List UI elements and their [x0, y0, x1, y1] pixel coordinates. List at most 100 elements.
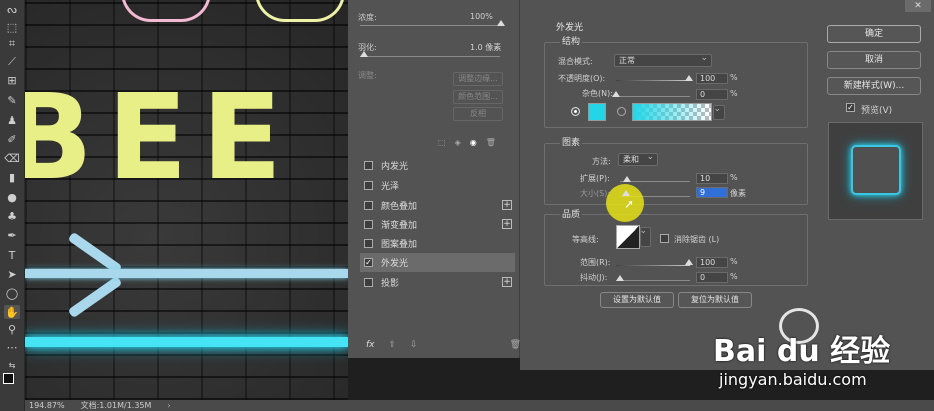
jitter-slider[interactable]: [616, 280, 690, 281]
style-item-gradient-overlay[interactable]: 渐变叠加 +: [360, 215, 515, 234]
canvas-letters: BEE: [25, 68, 297, 206]
selection-icon[interactable]: ⬚: [438, 138, 446, 150]
noise-input[interactable]: 0: [696, 89, 728, 100]
feather-slider-knob[interactable]: [360, 51, 368, 57]
color-range-button[interactable]: 颜色范围...: [453, 90, 503, 104]
density-slider[interactable]: [360, 25, 500, 26]
glow-gradient-picker[interactable]: [632, 103, 712, 121]
foreground-color-icon[interactable]: [3, 373, 14, 384]
new-style-button[interactable]: 新建样式(W)...: [827, 77, 921, 95]
path-select-icon[interactable]: ➤: [4, 267, 20, 281]
trash-icon[interactable]: 🗑: [486, 138, 496, 150]
opacity-unit: %: [730, 73, 738, 82]
density-value: 100%: [470, 12, 493, 21]
set-default-button[interactable]: 设置为默认值: [600, 292, 674, 308]
style-label: 投影: [381, 279, 400, 289]
diamond-icon[interactable]: ◈: [455, 138, 461, 150]
noise-slider[interactable]: [616, 96, 690, 97]
style-item-outer-glow[interactable]: ✓ 外发光: [360, 253, 515, 272]
opacity-slider[interactable]: [616, 80, 690, 81]
glow-color-swatch[interactable]: [588, 103, 606, 121]
marquee-icon[interactable]: ⬚: [4, 20, 20, 34]
gradient-dropdown[interactable]: [713, 104, 725, 120]
spread-slider-knob[interactable]: [623, 176, 631, 182]
elements-title: 图素: [560, 135, 583, 148]
contour-dropdown[interactable]: [639, 226, 651, 247]
color-overlay-checkbox[interactable]: [364, 201, 373, 210]
fx-icon[interactable]: fx: [366, 340, 375, 350]
spread-input[interactable]: 10: [696, 173, 728, 184]
opacity-slider-knob[interactable]: [685, 75, 693, 81]
watermark-brand: Bai du 经验: [713, 334, 891, 369]
move-down-icon[interactable]: ⇩: [410, 340, 418, 350]
noise-slider-knob[interactable]: [612, 91, 620, 97]
select-edge-button[interactable]: 调整边缘...: [453, 72, 503, 86]
contour-picker[interactable]: [616, 225, 640, 249]
lasso-icon[interactable]: ᔓ: [4, 2, 20, 16]
add-plus-icon[interactable]: +: [502, 200, 512, 210]
eye-icon[interactable]: ◉: [470, 138, 477, 150]
inner-glow-checkbox[interactable]: [364, 161, 373, 170]
eyedropper-icon[interactable]: ⟋: [4, 55, 20, 69]
gradient-radio[interactable]: [617, 107, 626, 116]
add-plus-icon[interactable]: +: [502, 277, 512, 287]
swap-icon[interactable]: ⇆: [4, 358, 20, 372]
add-plus-icon[interactable]: +: [502, 219, 512, 229]
jitter-input[interactable]: 0: [696, 272, 728, 283]
invert-button[interactable]: 反相: [453, 107, 503, 121]
style-label: 外发光: [381, 259, 409, 269]
solid-color-radio[interactable]: [571, 107, 580, 116]
density-slider-knob[interactable]: [497, 20, 505, 26]
zoom-icon[interactable]: ⚲: [4, 322, 20, 336]
satin-checkbox[interactable]: [364, 181, 373, 190]
opacity-label: 不透明度(O):: [558, 74, 606, 83]
blur-icon[interactable]: ●: [4, 190, 20, 204]
more-icon[interactable]: ⋯: [4, 340, 20, 354]
range-slider[interactable]: [616, 265, 690, 266]
style-item-satin[interactable]: 光泽: [360, 176, 515, 195]
hand-icon[interactable]: ✋: [4, 305, 20, 319]
range-input[interactable]: 100: [696, 257, 728, 268]
stamp-icon[interactable]: ♟: [4, 113, 20, 127]
preview-checkbox[interactable]: ✓: [846, 103, 855, 112]
opacity-input[interactable]: 100: [696, 73, 728, 84]
size-label: 大小(S):: [580, 189, 611, 198]
drop-shadow-checkbox[interactable]: [364, 278, 373, 287]
move-up-icon[interactable]: ⇧: [389, 340, 397, 350]
technique-select[interactable]: 柔和: [618, 152, 658, 166]
size-slider-knob[interactable]: [622, 190, 630, 196]
gradient-overlay-checkbox[interactable]: [364, 220, 373, 229]
antialias-checkbox[interactable]: [660, 234, 669, 243]
frame-icon[interactable]: ⊞: [4, 73, 20, 87]
style-item-drop-shadow[interactable]: 投影 +: [360, 273, 515, 292]
range-slider-knob[interactable]: [685, 259, 693, 265]
pen-icon[interactable]: ✒: [4, 228, 20, 242]
blend-mode-select[interactable]: 正常: [614, 53, 712, 67]
eraser-icon[interactable]: ⌫: [4, 151, 20, 165]
jitter-slider-knob[interactable]: [616, 275, 624, 281]
brush-icon[interactable]: ✎: [4, 93, 20, 107]
type-icon[interactable]: T: [4, 248, 20, 262]
status-arrow-icon[interactable]: ›: [167, 401, 170, 410]
neon-cyan-line: [25, 337, 348, 347]
close-icon[interactable]: ✕: [905, 0, 931, 12]
structure-title: 结构: [560, 34, 583, 47]
history-brush-icon[interactable]: ✐: [4, 132, 20, 146]
style-item-inner-glow[interactable]: 内发光: [360, 156, 515, 175]
style-item-color-overlay[interactable]: 颜色叠加 +: [360, 196, 515, 215]
document-canvas[interactable]: BEE: [25, 0, 348, 400]
crop-icon[interactable]: ⌗: [4, 37, 20, 51]
shape-icon[interactable]: ◯: [4, 286, 20, 300]
noise-unit: %: [730, 89, 738, 98]
gradient-icon[interactable]: ▮: [4, 170, 20, 184]
ok-button[interactable]: 确定: [827, 25, 921, 43]
dodge-icon[interactable]: ♣: [4, 209, 20, 223]
pattern-overlay-checkbox[interactable]: [364, 239, 373, 248]
refine-label: 调整:: [358, 71, 377, 80]
size-input[interactable]: 9: [696, 187, 728, 198]
outer-glow-checkbox[interactable]: ✓: [364, 258, 373, 267]
style-item-pattern-overlay[interactable]: 图案叠加: [360, 234, 515, 253]
feather-slider[interactable]: [360, 56, 500, 57]
cancel-button[interactable]: 取消: [827, 51, 921, 69]
zoom-level[interactable]: 194.87%: [29, 401, 65, 410]
